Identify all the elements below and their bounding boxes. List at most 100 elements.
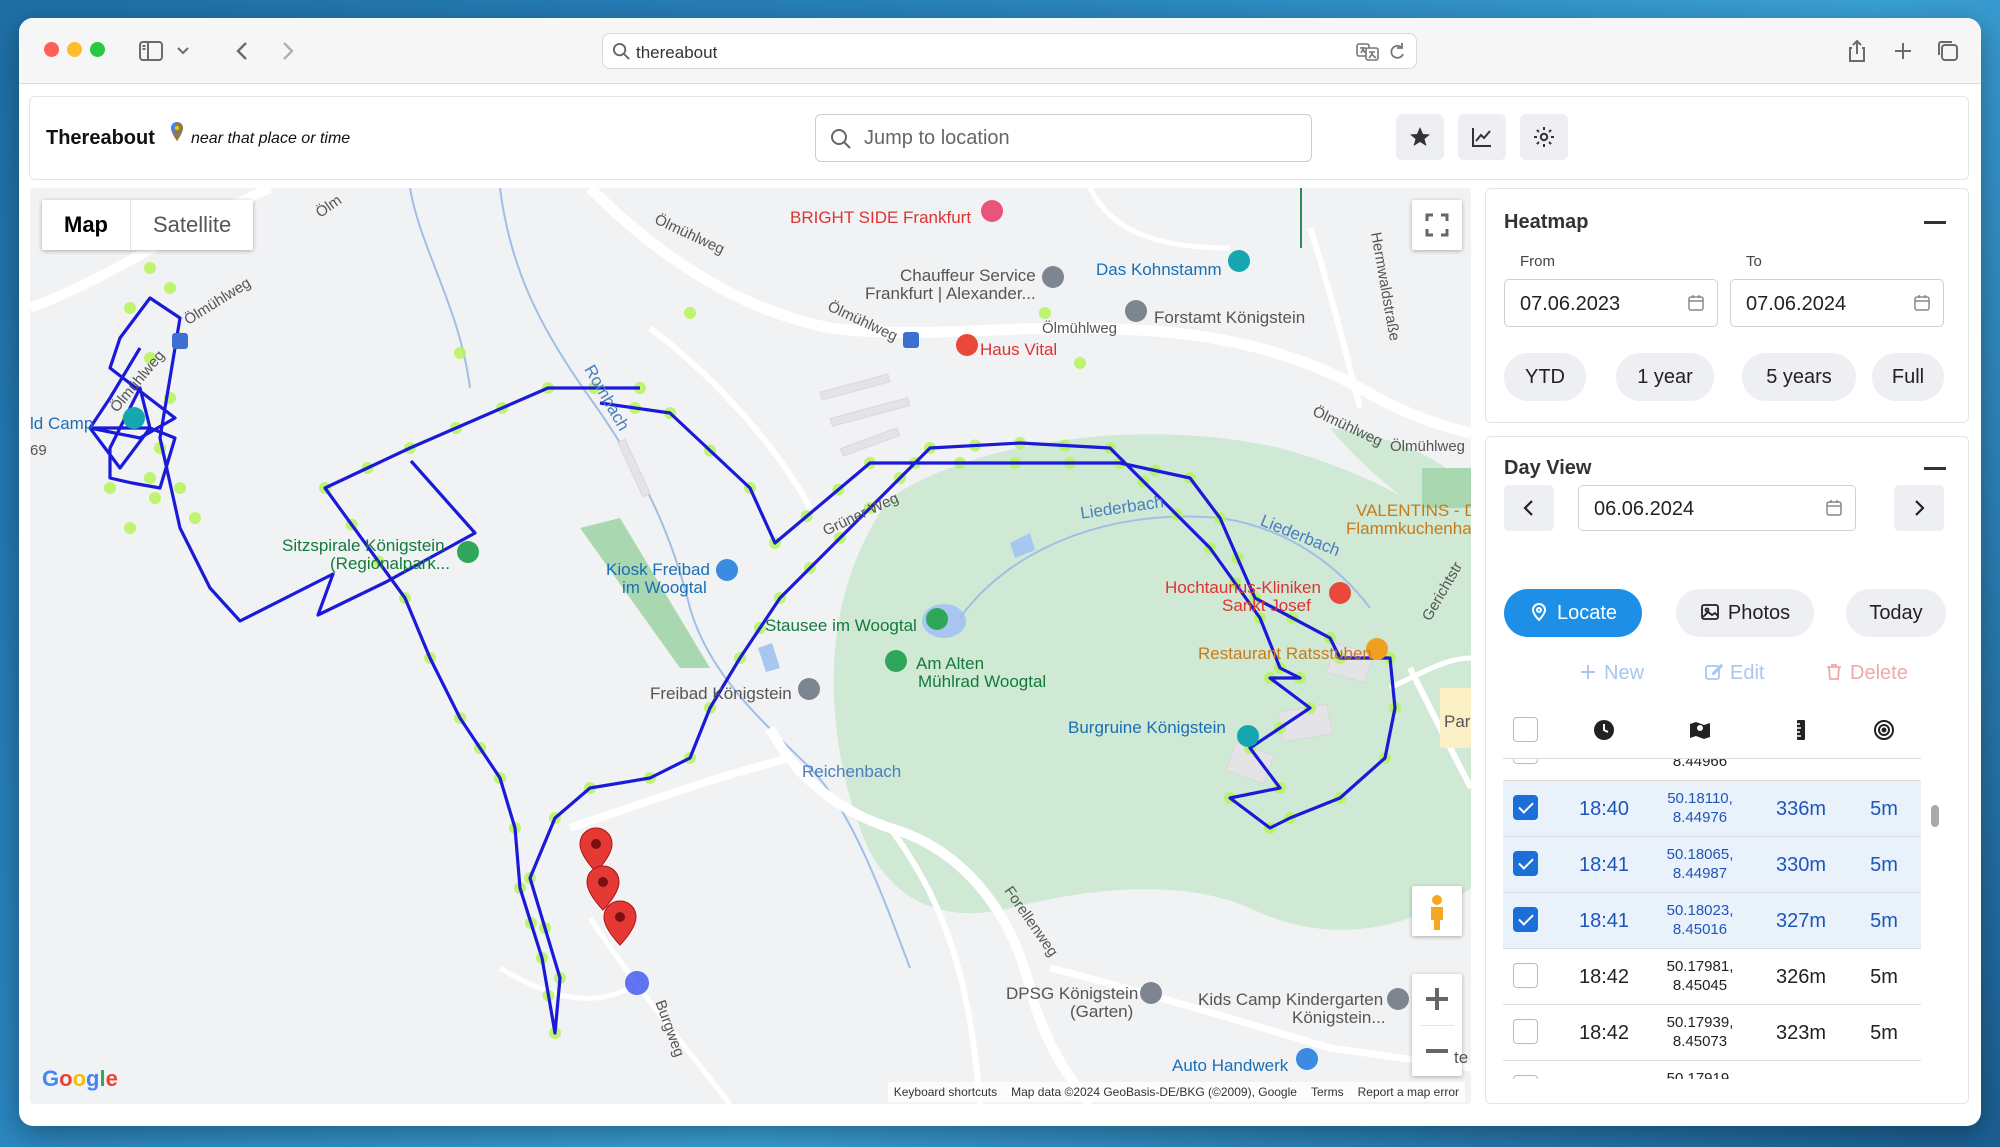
row-checkbox[interactable] xyxy=(1513,1075,1538,1079)
map-view[interactable]: Map Satellite BRIGHT SIDE Frankfurt Chau… xyxy=(30,188,1471,1104)
poi-label[interactable]: Mühlrad Woogtal xyxy=(918,672,1046,692)
poi-label[interactable]: Sitzspirale Königstein xyxy=(282,536,445,556)
today-button[interactable]: Today xyxy=(1846,589,1946,637)
forward-arrow-icon[interactable] xyxy=(273,37,301,65)
collapse-day-view-button[interactable] xyxy=(1924,467,1946,470)
favorites-button[interactable] xyxy=(1396,114,1444,160)
garden-poi-icon[interactable] xyxy=(1140,982,1162,1004)
auto-shop-poi-icon[interactable] xyxy=(1296,1048,1318,1070)
poi-label[interactable]: Kids Camp Kindergarten xyxy=(1198,990,1383,1010)
pool-poi-icon[interactable] xyxy=(798,678,820,700)
business-poi-icon[interactable] xyxy=(1042,266,1064,288)
poi-label[interactable]: Auto Handwerk xyxy=(1172,1056,1288,1076)
row-checkbox[interactable] xyxy=(1513,795,1538,820)
table-row[interactable]: 18:40 50.18110, 8.44976 336m 5m xyxy=(1503,781,1921,837)
kiosk-poi-icon[interactable] xyxy=(716,559,738,581)
poi-label[interactable]: Burgruine Königstein xyxy=(1068,718,1226,738)
keyboard-shortcuts-link[interactable]: Keyboard shortcuts xyxy=(894,1085,997,1099)
poi-label[interactable]: Kiosk Freibad xyxy=(606,560,710,580)
bus-stop-icon[interactable] xyxy=(903,332,919,348)
range-5-years-button[interactable]: 5 years xyxy=(1742,353,1856,401)
search-input[interactable] xyxy=(864,123,1294,153)
next-day-button[interactable] xyxy=(1894,485,1944,531)
close-window-button[interactable] xyxy=(44,42,59,57)
poi-label[interactable]: Freibad Königstein xyxy=(650,684,792,704)
calendar-icon[interactable] xyxy=(1825,499,1843,517)
statistics-button[interactable] xyxy=(1458,114,1506,160)
day-date-input[interactable]: 06.06.2024 xyxy=(1578,485,1856,531)
table-row[interactable]: 18:43 50.17919, 319m 5m xyxy=(1503,1061,1921,1079)
edit-button[interactable]: Edit xyxy=(1704,662,1764,685)
map-type-satellite-button[interactable]: Satellite xyxy=(131,200,253,250)
zoom-window-button[interactable] xyxy=(90,42,105,57)
poi-label[interactable]: Am Alten xyxy=(916,654,984,674)
scrollbar-thumb[interactable] xyxy=(1931,805,1939,827)
camp-poi-icon[interactable] xyxy=(123,407,145,429)
locate-button[interactable]: Locate xyxy=(1504,589,1642,637)
poi-label[interactable]: BRIGHT SIDE Frankfurt xyxy=(790,208,971,228)
tab-overview-icon[interactable] xyxy=(1934,37,1962,65)
calendar-icon[interactable] xyxy=(1913,294,1931,312)
translate-icon[interactable] xyxy=(1356,42,1380,62)
table-row[interactable]: 18:42 50.17981, 8.45045 326m 5m xyxy=(1503,949,1921,1005)
new-button[interactable]: New xyxy=(1578,662,1644,685)
settings-button[interactable] xyxy=(1520,114,1568,160)
hospital-poi-icon[interactable] xyxy=(1329,582,1351,604)
minimize-window-button[interactable] xyxy=(67,42,82,57)
poi-label[interactable]: ld Camp xyxy=(30,414,93,434)
row-checkbox[interactable] xyxy=(1513,1019,1538,1044)
tree-poi-icon[interactable] xyxy=(926,608,948,630)
table-row[interactable]: 18:42 50.17939, 8.45073 323m 5m xyxy=(1503,1005,1921,1061)
hotel-poi-icon[interactable] xyxy=(1228,250,1250,272)
poi-label[interactable]: Königstein... xyxy=(1292,1008,1386,1028)
share-icon[interactable] xyxy=(1843,37,1871,65)
map-type-control[interactable]: Map Satellite xyxy=(42,200,254,250)
poi-label[interactable]: Hochtaunus-Kliniken xyxy=(1165,578,1321,598)
poi-label[interactable]: Flammkuchenha xyxy=(1346,519,1471,539)
new-tab-plus-icon[interactable] xyxy=(1889,37,1917,65)
zoom-in-button[interactable] xyxy=(1412,974,1462,1024)
previous-day-button[interactable] xyxy=(1504,485,1554,531)
poi-label[interactable]: Restaurant Ratsstuben xyxy=(1198,644,1372,664)
landmark-poi-icon[interactable] xyxy=(1125,300,1147,322)
poi-label[interactable]: (Garten) xyxy=(1070,1002,1133,1022)
restaurant-poi-icon[interactable] xyxy=(956,334,978,356)
heatmap-from-date-input[interactable]: 07.06.2023 xyxy=(1504,279,1718,327)
castle-poi-icon[interactable] xyxy=(1237,725,1259,747)
poi-label[interactable]: VALENTINS - D xyxy=(1356,501,1471,521)
select-all-checkbox[interactable] xyxy=(1513,717,1538,742)
poi-label[interactable]: Haus Vital xyxy=(980,340,1057,360)
report-map-error-link[interactable]: Report a map error xyxy=(1358,1085,1459,1099)
row-checkbox[interactable] xyxy=(1513,963,1538,988)
back-arrow-icon[interactable] xyxy=(229,37,257,65)
street-view-pegman[interactable] xyxy=(1412,886,1462,936)
kindergarten-poi-icon[interactable] xyxy=(1387,988,1409,1010)
poi-label[interactable]: Frankfurt | Alexander... xyxy=(865,284,1036,304)
table-scrollbar[interactable] xyxy=(1929,703,1939,1079)
reload-icon[interactable] xyxy=(1388,42,1406,62)
tree-poi-icon[interactable] xyxy=(885,650,907,672)
poi-label[interactable]: (Regionalpark... xyxy=(330,554,450,574)
map-type-map-button[interactable]: Map xyxy=(42,200,131,250)
range-full-button[interactable]: Full xyxy=(1872,353,1944,401)
chevron-down-icon[interactable] xyxy=(175,37,191,65)
collapse-heatmap-button[interactable] xyxy=(1924,221,1946,224)
heatmap-to-date-input[interactable]: 07.06.2024 xyxy=(1730,279,1944,327)
range-ytd-button[interactable]: YTD xyxy=(1504,353,1586,401)
photos-button[interactable]: Photos xyxy=(1676,589,1814,637)
poi-label[interactable]: Par xyxy=(1444,712,1470,732)
terms-link[interactable]: Terms xyxy=(1311,1085,1344,1099)
jump-to-location-search[interactable] xyxy=(815,114,1312,162)
poi-label[interactable]: Chauffeur Service xyxy=(900,266,1036,286)
table-row[interactable]: 18:41 50.18023, 8.45016 327m 5m xyxy=(1503,893,1921,949)
range-1-year-button[interactable]: 1 year xyxy=(1616,353,1714,401)
delete-button[interactable]: Delete xyxy=(1824,662,1908,685)
poi-label[interactable]: Forstamt Königstein xyxy=(1154,308,1305,328)
bed-poi-icon[interactable] xyxy=(981,200,1003,222)
location-markers[interactable] xyxy=(579,827,649,995)
poi-label[interactable]: Sankt Josef xyxy=(1222,596,1311,616)
bus-stop-icon[interactable] xyxy=(172,333,188,349)
poi-label[interactable]: te xyxy=(1454,1048,1468,1068)
poi-label[interactable]: DPSG Königstein xyxy=(1006,984,1138,1004)
poi-label[interactable]: Stausee im Woogtal xyxy=(765,616,917,636)
